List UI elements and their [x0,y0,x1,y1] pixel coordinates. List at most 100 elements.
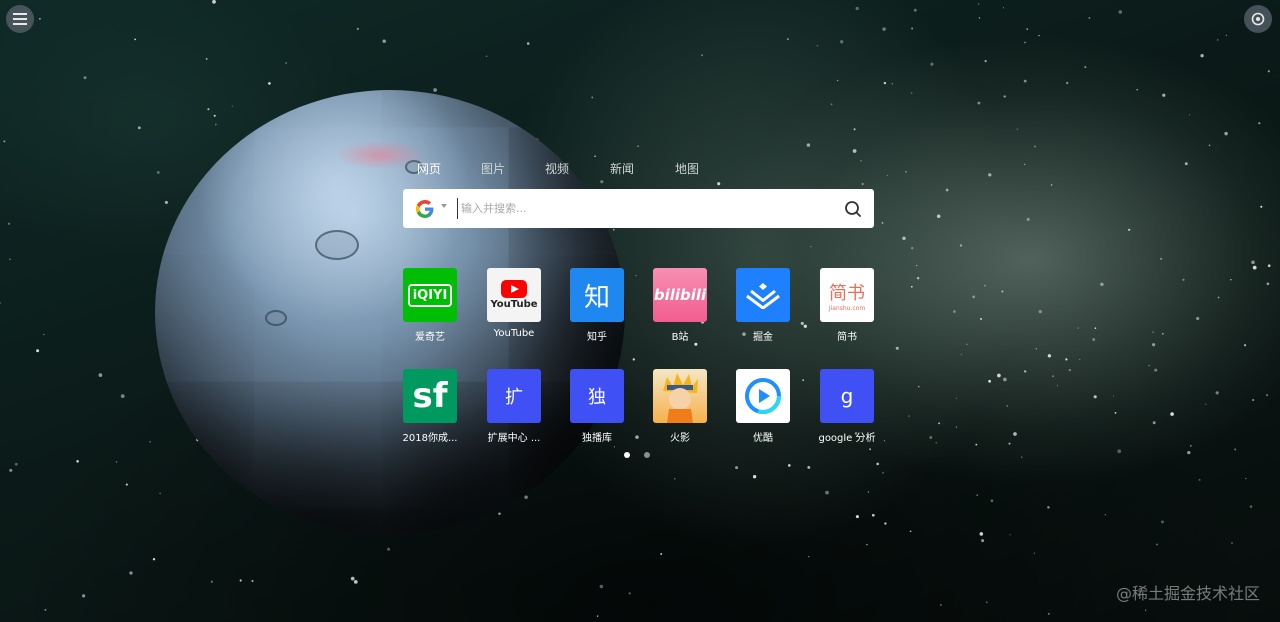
star [1245,478,1247,480]
star [83,76,87,80]
star [1024,163,1026,165]
star [940,604,942,606]
engine-dropdown-caret-icon[interactable] [441,204,447,208]
star [251,579,254,583]
star [1152,331,1154,333]
shortcut-tile[interactable]: bilibili B站 [635,268,725,343]
star [214,123,217,126]
tab-news[interactable]: 新闻 [610,160,634,177]
youku-icon [736,369,790,423]
star [673,477,676,480]
star [916,276,920,280]
star [910,246,914,250]
search-box [403,189,874,228]
star [840,40,844,44]
shortcut-tile[interactable]: YouTube YouTube [469,268,559,339]
star [1251,260,1255,265]
tab-video[interactable]: 视频 [545,160,569,177]
star [1035,348,1037,350]
star [980,317,982,320]
shortcut-tile[interactable]: 知 知乎 [552,268,642,343]
star [1065,358,1068,361]
settings-button[interactable] [1244,5,1272,33]
tab-images[interactable]: 图片 [481,160,505,177]
star [1260,205,1263,208]
shortcut-label: 掘金 [753,332,773,343]
shortcut-tile[interactable]: 扩 扩展中心 ... [469,369,559,444]
star [1136,89,1138,91]
shortcut-tile[interactable]: 简书 Jianshu.com 简书 [802,268,892,343]
star [918,386,920,388]
star [268,82,271,85]
star [149,441,151,443]
star [1215,391,1219,395]
target-icon [1251,12,1265,26]
shortcut-label: 简书 [837,332,857,343]
star [596,615,599,617]
juejin-icon [736,268,790,322]
shortcut-tile[interactable]: sf 2018你成... [385,369,475,444]
star [869,448,872,451]
star [1265,393,1269,397]
star [120,394,125,398]
shortcut-tile[interactable]: 优酷 [718,369,808,444]
star [1093,395,1097,399]
star [350,576,355,581]
star [1230,278,1232,281]
shortcut-tile[interactable]: 独 独播库 [552,369,642,444]
shortcut-tile[interactable]: 掘金 [718,268,808,343]
star [1156,543,1158,546]
star [387,547,391,551]
star [861,183,864,185]
star [1231,542,1233,544]
shortcut-tile[interactable]: iQIYI 爱奇艺 [385,268,475,343]
star [1216,39,1219,41]
tab-web[interactable]: 网页 [417,160,441,177]
dubolu-icon: 独 [570,369,624,423]
star [36,349,40,353]
star [852,149,857,153]
shortcut-label: 独播库 [582,433,612,444]
star [3,140,6,143]
star [1189,114,1191,116]
star [1170,412,1174,416]
star [1114,412,1117,414]
star [909,530,912,533]
star [1050,184,1053,186]
star [1020,456,1023,458]
shortcut-tile[interactable]: 火影 [635,369,725,444]
menu-button[interactable] [6,5,34,33]
star [977,3,980,5]
search-input[interactable] [457,198,831,219]
star [524,495,528,500]
star [1267,264,1271,268]
star [137,126,141,130]
star [816,45,818,47]
star [955,426,957,428]
star [1189,445,1192,447]
page-dot-1[interactable] [624,452,630,458]
page-dot-2[interactable] [644,452,650,458]
star [433,88,437,92]
star [43,333,45,336]
search-icon[interactable] [844,200,862,218]
star [788,464,791,467]
star [1252,265,1257,270]
star [1200,54,1204,58]
star [1148,364,1150,367]
naruto-icon [653,369,707,423]
star [984,59,987,63]
star [285,62,287,64]
shortcut-tile[interactable]: g google 分析 [802,369,892,444]
tab-map[interactable]: 地图 [675,160,699,177]
star [129,571,133,575]
star [1034,145,1036,148]
star [1016,128,1018,130]
star [786,38,789,41]
star [1038,34,1040,37]
google-g-icon[interactable] [415,199,435,219]
star [717,182,721,186]
star [988,379,992,383]
star [1152,343,1156,347]
star [884,522,887,525]
